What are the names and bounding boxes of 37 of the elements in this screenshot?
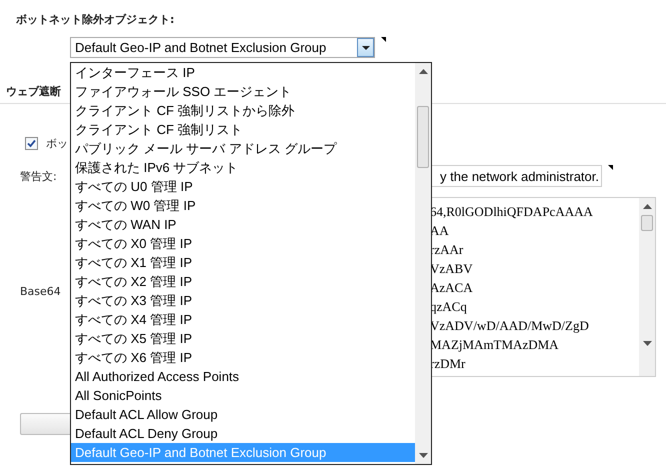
dropdown-option[interactable]: 保護された IPv6 サブネット: [71, 158, 415, 177]
dropdown-option[interactable]: インターフェース IP: [71, 63, 415, 82]
checkbox-label: ボッ: [46, 136, 68, 151]
dropdown-option[interactable]: すべての X1 管理 IP: [71, 253, 415, 272]
dropdown-option[interactable]: パブリック メール サーバ アドレス グループ: [71, 139, 415, 158]
dropdown-option[interactable]: すべての X3 管理 IP: [71, 291, 415, 310]
scroll-down-icon[interactable]: [418, 453, 428, 458]
dropdown-option[interactable]: Default ACL Deny Group: [71, 424, 415, 443]
dropdown-option[interactable]: クライアント CF 強制リスト: [71, 120, 415, 139]
scrollbar-thumb[interactable]: [417, 106, 429, 168]
dropdown-option[interactable]: すべての X0 管理 IP: [71, 234, 415, 253]
dropdown-option[interactable]: All Authorized Access Points: [71, 367, 415, 386]
dropdown-option[interactable]: クライアント CF 強制リストから除外: [71, 101, 415, 120]
dropdown-option[interactable]: すべての X4 管理 IP: [71, 310, 415, 329]
dropdown-option[interactable]: すべての X5 管理 IP: [71, 329, 415, 348]
scroll-up-icon[interactable]: [418, 69, 428, 74]
group-select[interactable]: Default Geo-IP and Botnet Exclusion Group: [70, 37, 375, 58]
corner-mark-icon: [381, 37, 386, 42]
scrollbar[interactable]: [639, 198, 655, 376]
field-label: Base64: [20, 285, 62, 298]
dropdown-option[interactable]: すべての X2 管理 IP: [71, 272, 415, 291]
field-label: 警告文:: [20, 168, 57, 184]
scroll-up-icon[interactable]: [642, 204, 652, 209]
dropdown-option[interactable]: すべての X6 管理 IP: [71, 348, 415, 367]
checkbox[interactable]: [25, 137, 38, 150]
dropdown-option[interactable]: Default ACL Allow Group: [71, 405, 415, 424]
dropdown-option[interactable]: All SonicPoints: [71, 386, 415, 405]
scroll-down-icon[interactable]: [642, 341, 652, 346]
field-label: ボットネット除外オブジェクト:: [16, 12, 176, 27]
dropdown-option[interactable]: すべての WAN IP: [71, 215, 415, 234]
caret-icon[interactable]: [357, 38, 374, 57]
scrollbar[interactable]: [415, 63, 431, 464]
dropdown-option[interactable]: ファイアウォール SSO エージェント: [71, 82, 415, 101]
corner-mark-icon: [608, 165, 613, 170]
dropdown-option[interactable]: すべての W0 管理 IP: [71, 196, 415, 215]
dropdown-option[interactable]: すべての U0 管理 IP: [71, 177, 415, 196]
scrollbar-thumb[interactable]: [641, 215, 653, 231]
